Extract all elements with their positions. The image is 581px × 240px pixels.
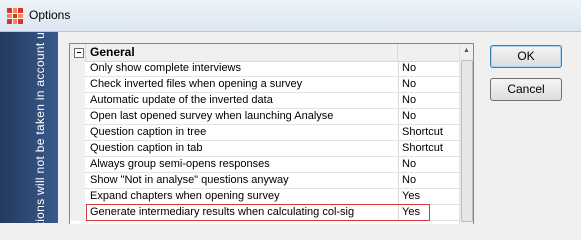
property-row[interactable]: Generate intermediary results when calcu… xyxy=(70,204,459,221)
property-value[interactable]: No xyxy=(398,109,460,124)
property-value[interactable]: Shortcut xyxy=(398,141,460,156)
property-value[interactable]: No xyxy=(398,173,460,188)
property-row[interactable]: Question caption in tree Shortcut xyxy=(70,125,459,141)
property-name: Always group semi-opens responses xyxy=(90,158,270,170)
scroll-up-icon[interactable]: ▲ xyxy=(461,45,472,57)
property-name: Show "Not in analyse" questions anyway xyxy=(90,174,289,186)
group-label: General xyxy=(90,45,135,59)
scroll-thumb[interactable] xyxy=(461,60,473,222)
property-value[interactable]: No xyxy=(398,93,460,108)
group-header-general[interactable]: General xyxy=(70,44,459,62)
vertical-scrollbar[interactable]: ▲ xyxy=(459,44,473,224)
property-row[interactable]: Automatic update of the inverted data No xyxy=(70,93,459,109)
title-bar: Options xyxy=(0,0,581,32)
options-property-grid[interactable]: General Only show complete interviews No C… xyxy=(69,43,474,224)
property-row[interactable]: Only show complete interviews No xyxy=(70,61,459,77)
property-name: Open last opened survey when launching A… xyxy=(90,110,334,122)
property-row[interactable]: Expand chapters when opening survey Yes xyxy=(70,189,459,205)
property-name: Expand chapters when opening survey xyxy=(90,190,280,202)
property-value[interactable]: Shortcut xyxy=(398,125,460,140)
property-row[interactable]: Show "Not in analyse" questions anyway No xyxy=(70,173,459,189)
property-name: Check inverted files when opening a surv… xyxy=(90,78,303,90)
property-value[interactable]: No xyxy=(398,157,460,172)
side-info-panel: e options will not be taken in account u xyxy=(0,32,58,223)
ok-button[interactable]: OK xyxy=(490,45,562,68)
highlight-box xyxy=(86,204,430,221)
side-info-text: e options will not be taken in account u xyxy=(33,32,47,223)
property-name: Question caption in tab xyxy=(90,142,203,154)
property-value[interactable]: No xyxy=(398,77,460,92)
property-row[interactable]: Question caption in tab Shortcut xyxy=(70,141,459,157)
property-name: Only show complete interviews xyxy=(90,62,242,74)
property-row[interactable]: Always group semi-opens responses No xyxy=(70,157,459,173)
app-grid-icon xyxy=(7,8,23,24)
collapse-icon[interactable] xyxy=(74,48,84,58)
property-row[interactable]: Open last opened survey when launching A… xyxy=(70,109,459,125)
property-value[interactable]: No xyxy=(398,61,460,76)
property-rows: Only show complete interviews No Check inv… xyxy=(70,61,459,221)
cancel-button[interactable]: Cancel xyxy=(490,78,562,101)
property-name: Automatic update of the inverted data xyxy=(90,94,273,106)
property-value[interactable]: Yes xyxy=(398,189,460,204)
property-row[interactable]: Check inverted files when opening a surv… xyxy=(70,77,459,93)
window-title: Options xyxy=(29,8,71,22)
property-name: Question caption in tree xyxy=(90,126,207,138)
